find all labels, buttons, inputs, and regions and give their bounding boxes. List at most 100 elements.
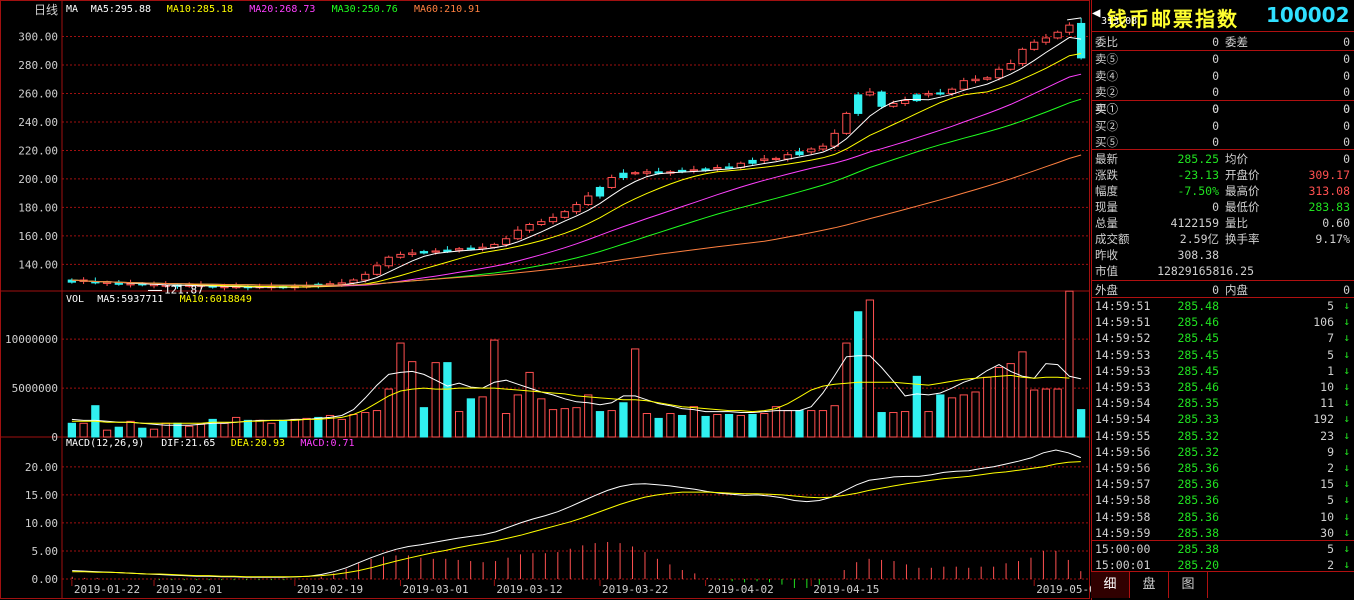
volume-bar	[149, 428, 159, 438]
tick-row: 15:00:00 285.38 5	[1091, 541, 1354, 557]
arrow-left-icon[interactable]: ◀	[1092, 5, 1100, 21]
candle	[1030, 41, 1039, 50]
down-arrow-icon: ↓	[1343, 509, 1350, 523]
candle	[102, 281, 112, 284]
stat-label: 幅度	[1095, 184, 1118, 198]
weibi-value: 0	[1212, 35, 1219, 49]
volume-bar	[666, 413, 675, 438]
y-tick-label: 140.00	[18, 258, 58, 271]
ma-legend-item: MA10:285.18	[167, 4, 233, 15]
candle	[748, 159, 757, 164]
volume-bar	[642, 413, 652, 438]
volume-bar	[102, 429, 112, 438]
volume-bar	[971, 391, 980, 438]
y-tick-label: 220.00	[18, 144, 58, 157]
tick-volume: 15	[1320, 477, 1334, 492]
tick-row: 14:59:51 285.48 5	[1091, 298, 1354, 314]
tick-volume: 2	[1327, 461, 1334, 475]
candle	[971, 78, 980, 82]
volume-bar	[220, 422, 229, 438]
tab-order-book[interactable]: 盘	[1130, 572, 1169, 598]
stat-label: 最低价	[1225, 200, 1260, 214]
stock-chart[interactable]: 300.00 280.00 260.00 240.00 220.00 200.00 180.…	[0, 0, 1091, 600]
candle	[642, 171, 652, 174]
tick-volume: 5	[1327, 542, 1334, 556]
candle	[466, 247, 476, 250]
sell-volume: 0	[1343, 85, 1350, 99]
volume-bar	[501, 413, 511, 438]
tick-time: 14:59:54	[1095, 396, 1151, 411]
high-marker	[1067, 17, 1082, 21]
candle	[1018, 48, 1027, 65]
down-arrow-icon: ↓	[1343, 444, 1350, 458]
candle	[1065, 24, 1074, 33]
volume-bar	[701, 415, 710, 438]
down-arrow-icon: ↓	[1343, 493, 1350, 507]
tick-time: 14:59:51	[1095, 315, 1151, 330]
macd-legend-item: DIF:21.65	[161, 438, 215, 449]
macd-legend-item: MACD(12,26,9)	[66, 438, 144, 449]
down-arrow-icon: ↓	[1343, 380, 1350, 393]
volume-bar	[185, 425, 194, 438]
volume-bar	[607, 410, 616, 438]
tab-chart[interactable]: 图	[1169, 572, 1208, 598]
volume-bar	[936, 394, 945, 438]
down-arrow-icon: ↓	[1343, 396, 1350, 410]
tick-price: 285.32	[1177, 428, 1219, 443]
stat-label: 成交额	[1095, 232, 1130, 246]
stat-label: 量比	[1225, 216, 1248, 230]
stat-label: 最新	[1095, 152, 1118, 166]
volume-bar	[337, 418, 346, 438]
tick-row: 14:59:51 285.46 106	[1091, 314, 1354, 330]
stat-value: 313.08	[1308, 184, 1350, 198]
y-tick-label: 260.00	[18, 87, 58, 100]
stat-label: 涨跌	[1095, 168, 1118, 182]
candle	[771, 157, 781, 161]
tick-volume: 1	[1327, 363, 1334, 378]
y-tick-label: 15.00	[25, 489, 58, 502]
buy-price: 0	[1212, 118, 1219, 133]
volume-bar	[924, 411, 933, 438]
stat-value: 283.83	[1308, 200, 1350, 214]
candle	[408, 252, 417, 255]
macd-dif-line	[72, 449, 1081, 578]
tick-volume: 23	[1320, 428, 1334, 443]
volume-bar	[126, 420, 135, 438]
stat-label: 市值	[1095, 264, 1118, 278]
volume-bar	[267, 422, 276, 438]
tick-time: 14:59:52	[1095, 331, 1151, 346]
candle	[126, 283, 135, 286]
candle	[443, 249, 452, 253]
stat-label: 总量	[1095, 216, 1118, 230]
volume-bar	[947, 397, 957, 438]
down-arrow-icon: ↓	[1343, 331, 1350, 345]
tick-volume: 30	[1320, 525, 1334, 540]
candle	[525, 223, 534, 231]
tick-price: 285.38	[1177, 525, 1219, 540]
volume-bar	[314, 416, 323, 438]
chart-frame	[0, 0, 1090, 599]
x-tick-label: 2019-03-12	[496, 583, 562, 596]
volume-bar	[548, 409, 558, 438]
tick-time: 14:59:51	[1095, 299, 1151, 313]
stat-value: 308.38	[1177, 248, 1219, 262]
x-tick-label: 2019-05-07	[1036, 583, 1091, 596]
stat-label: 最高价	[1225, 184, 1260, 198]
tick-time: 14:59:53	[1095, 347, 1151, 362]
tick-time: 14:59:58	[1095, 493, 1151, 508]
sell-row: 卖⑤ 0 0	[1091, 51, 1354, 67]
volume-bar	[1076, 409, 1086, 438]
vol-legend-item: MA5:5937711	[97, 294, 163, 305]
candle	[513, 229, 522, 240]
tab-detail[interactable]: 细	[1091, 572, 1130, 598]
volume-bar	[255, 419, 264, 438]
candle	[1076, 22, 1086, 59]
volume-bar	[466, 398, 476, 438]
tick-price: 285.36	[1177, 509, 1219, 524]
sell-row: 卖④ 0 0	[1091, 68, 1354, 84]
tick-row: 14:59:56 285.36 2	[1091, 460, 1354, 476]
tick-price: 285.45	[1177, 363, 1219, 378]
stat-row: 昨收 308.38	[1091, 247, 1354, 263]
buy-row: 买① 0 0	[1091, 101, 1354, 117]
stat-row: 市值 12829165816.25	[1091, 263, 1354, 279]
